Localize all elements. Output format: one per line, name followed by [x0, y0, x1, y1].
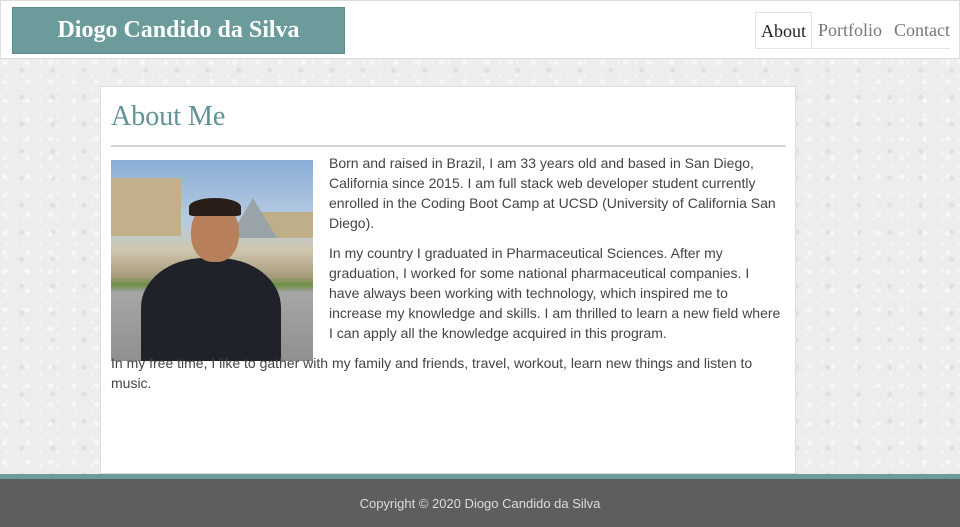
- nav-item-about[interactable]: About: [755, 12, 812, 49]
- title-divider: [111, 145, 786, 147]
- footer: Copyright © 2020 Diogo Candido da Silva: [0, 479, 960, 527]
- about-card: About Me Born and raised in Brazil, I am…: [100, 86, 796, 474]
- about-text: Born and raised in Brazil, I am 33 years…: [111, 153, 781, 403]
- nav-item-contact[interactable]: Contact: [888, 12, 956, 49]
- nav-underline: [755, 48, 950, 49]
- nav-item-portfolio[interactable]: Portfolio: [812, 12, 888, 49]
- footer-copyright: Copyright © 2020 Diogo Candido da Silva: [359, 495, 601, 511]
- brand-logo-link[interactable]: Diogo Candido da Silva: [12, 7, 345, 54]
- about-paragraph-3: In my free time, I like to gather with m…: [111, 355, 753, 391]
- photo-spacer: [111, 153, 329, 353]
- page-title: About Me: [111, 101, 226, 132]
- top-navbar: Diogo Candido da Silva About Portfolio C…: [0, 0, 960, 59]
- main-nav: About Portfolio Contact: [755, 12, 956, 49]
